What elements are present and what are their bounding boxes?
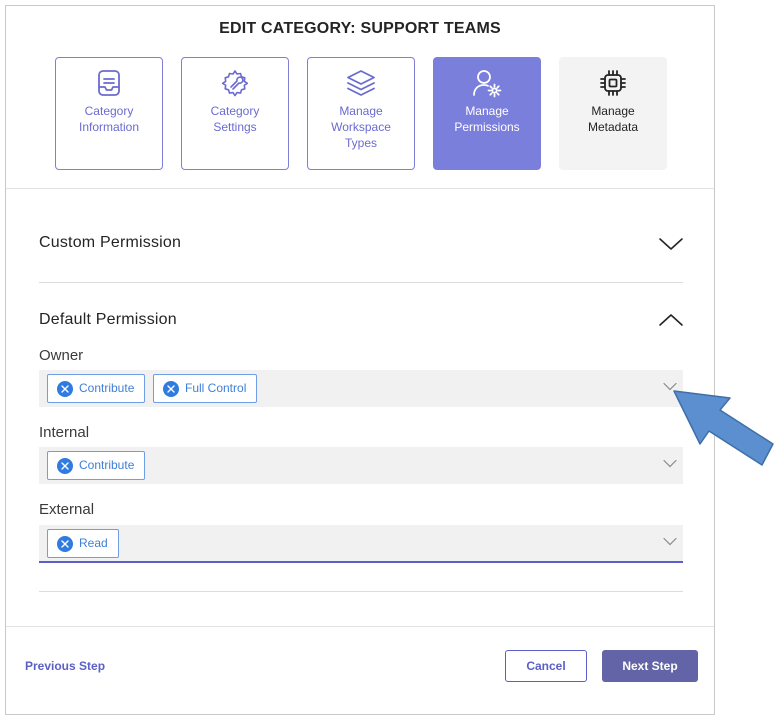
remove-icon[interactable] — [163, 381, 179, 397]
step-label: Manage — [465, 104, 509, 118]
external-permission-dropdown[interactable]: Read — [39, 525, 683, 563]
chip-label: Read — [79, 536, 108, 550]
internal-permission-dropdown[interactable]: Contribute — [39, 447, 683, 484]
edit-category-dialog: EDIT CATEGORY: SUPPORT TEAMS Category In… — [5, 5, 715, 715]
internal-label: Internal — [39, 424, 90, 441]
step-label: Category — [210, 104, 260, 118]
owner-label: Owner — [39, 347, 84, 364]
step-label: Manage — [591, 104, 635, 118]
section-divider — [39, 591, 683, 592]
step-category-information[interactable]: Category Information — [55, 57, 163, 170]
footer-divider — [6, 626, 714, 627]
permission-chip: Contribute — [47, 374, 146, 403]
person-gear-icon — [473, 70, 502, 98]
permission-chip: Full Control — [153, 374, 258, 403]
step-category-settings[interactable]: Category Settings — [181, 57, 289, 170]
remove-icon[interactable] — [57, 458, 73, 474]
next-step-button[interactable]: Next Step — [602, 650, 698, 682]
dialog-title: EDIT CATEGORY: SUPPORT TEAMS — [219, 20, 501, 37]
step-manage-permissions[interactable]: Manage Permissions — [433, 57, 541, 170]
chevron-up-icon[interactable] — [658, 312, 684, 328]
previous-step-link[interactable]: Previous Step — [25, 659, 105, 673]
step-label: Types — [344, 136, 377, 150]
owner-permission-dropdown[interactable]: Contribute Full Control — [39, 370, 683, 407]
step-manage-metadata[interactable]: Manage Metadata — [559, 57, 667, 170]
step-label: Permissions — [454, 120, 520, 134]
external-label: External — [39, 501, 95, 518]
step-label: Workspace — [331, 120, 391, 134]
chip-icon — [600, 70, 626, 96]
step-label: Settings — [213, 120, 257, 134]
remove-icon[interactable] — [57, 381, 73, 397]
chevron-down-icon[interactable] — [663, 537, 677, 546]
cancel-button[interactable]: Cancel — [505, 650, 587, 682]
step-manage-workspace-types[interactable]: Manage Workspace Types — [307, 57, 415, 170]
permission-chip: Read — [47, 529, 119, 558]
remove-icon[interactable] — [57, 536, 73, 552]
step-label: Metadata — [587, 120, 639, 134]
layers-icon — [347, 70, 375, 96]
step-label: Manage — [339, 104, 383, 118]
step-label: Information — [78, 120, 140, 134]
chip-label: Contribute — [79, 381, 135, 395]
header-divider — [6, 188, 714, 189]
gear-wrench-icon — [221, 70, 249, 97]
step-label: Category — [84, 104, 134, 118]
chip-label: Full Control — [185, 381, 247, 395]
chevron-down-icon[interactable] — [658, 236, 684, 252]
chip-label: Contribute — [79, 458, 135, 472]
inbox-icon — [98, 70, 120, 96]
default-permission-header[interactable]: Default Permission — [39, 311, 177, 329]
annotation-arrow-icon — [673, 390, 774, 466]
custom-permission-header[interactable]: Custom Permission — [39, 234, 181, 252]
permission-chip: Contribute — [47, 451, 146, 480]
section-divider — [39, 282, 683, 283]
